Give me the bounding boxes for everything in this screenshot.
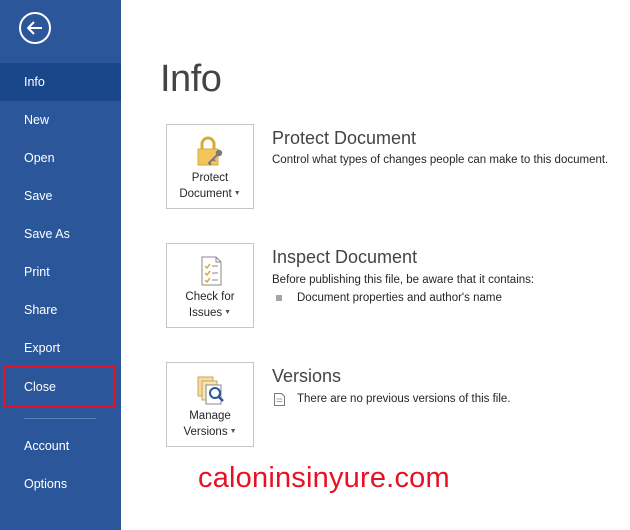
nav-print[interactable]: Print xyxy=(0,253,121,291)
document-icon xyxy=(274,393,285,406)
nav-info[interactable]: Info xyxy=(0,63,121,101)
nav-close[interactable]: Close xyxy=(3,366,115,407)
versions-title: Versions xyxy=(272,366,342,386)
manage-versions-button[interactable]: Manage Versions ▼ xyxy=(166,362,254,447)
check-for-issues-button[interactable]: Check for Issues ▼ xyxy=(166,243,254,328)
nav-account[interactable]: Account xyxy=(0,427,121,465)
sidebar-divider xyxy=(24,418,96,419)
versions-magnifier-icon xyxy=(197,376,224,405)
lock-key-icon xyxy=(197,136,223,166)
nav-new[interactable]: New xyxy=(0,101,121,139)
protect-document-button[interactable]: Protect Document ▼ xyxy=(166,124,254,209)
nav-save-as[interactable]: Save As xyxy=(0,215,121,253)
tile-label-line1: Check for xyxy=(185,291,235,303)
nav-save[interactable]: Save xyxy=(0,177,121,215)
inspect-document-bullet: Document properties and author's name xyxy=(297,292,502,304)
protect-document-description: Control what types of changes people can… xyxy=(272,154,609,166)
nav-options[interactable]: Options xyxy=(0,465,121,503)
page-title: Info xyxy=(160,58,222,100)
backstage-sidebar: Info New Open Save Save As Print Share E… xyxy=(0,0,121,530)
watermark-text: caloninsinyure.com xyxy=(198,462,450,494)
bullet-icon xyxy=(276,295,282,301)
checklist-document-icon xyxy=(201,256,222,286)
protect-document-title: Protect Document xyxy=(272,128,417,148)
dropdown-caret-icon: ▼ xyxy=(224,309,232,316)
nav-open[interactable]: Open xyxy=(0,139,121,177)
nav-export[interactable]: Export xyxy=(0,329,121,367)
dropdown-caret-icon: ▼ xyxy=(229,428,237,435)
tile-label-line2: Issues xyxy=(188,307,223,319)
dropdown-caret-icon: ▼ xyxy=(233,190,241,197)
inspect-document-description: Before publishing this file, be aware th… xyxy=(272,274,535,286)
back-arrow-icon xyxy=(27,21,42,35)
versions-note: There are no previous versions of this f… xyxy=(297,393,511,405)
inspect-document-title: Inspect Document xyxy=(272,247,418,267)
back-button[interactable] xyxy=(19,12,51,44)
tile-label-line1: Manage xyxy=(189,410,231,422)
nav-share[interactable]: Share xyxy=(0,291,121,329)
tile-label-line2: Versions xyxy=(183,426,228,438)
tile-label-line1: Protect xyxy=(191,172,229,184)
tile-label-line2: Document xyxy=(179,188,232,200)
